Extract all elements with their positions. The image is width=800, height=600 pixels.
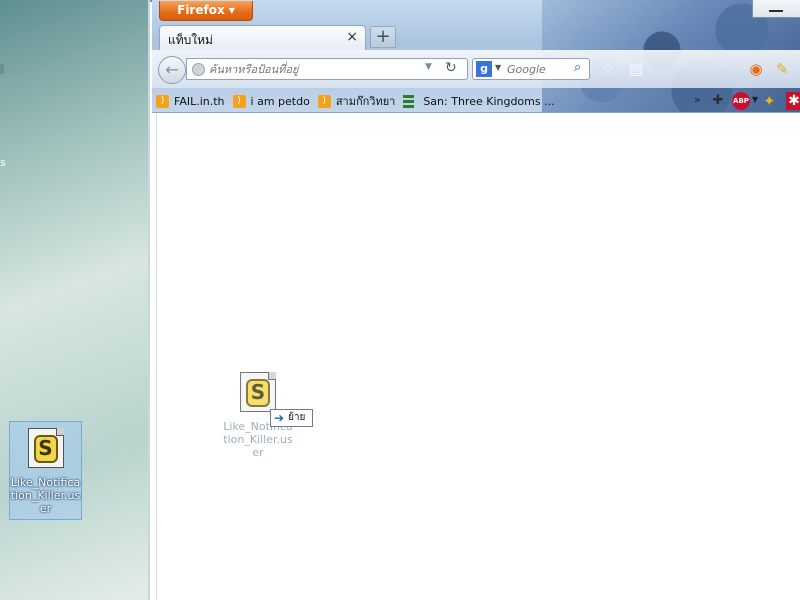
addon-icon[interactable]: ◉ — [746, 59, 766, 79]
bookmarks-overflow-button[interactable]: » — [694, 93, 701, 106]
addon-puzzle-icon[interactable]: ✚ — [708, 91, 728, 111]
firefox-menu-label: Firefox — [177, 3, 225, 17]
bookmark-item[interactable]: ) i am petdo — [232, 94, 310, 108]
addon-asterisk-icon[interactable]: ✱ — [786, 92, 800, 110]
desktop-edge-text: s — [0, 156, 6, 169]
desktop-file-icon[interactable]: S Like_Notification_Killer.user — [9, 421, 82, 520]
user-script-file-icon: S — [238, 370, 278, 414]
desktop-file-label: Like_Notification_Killer.user — [10, 476, 81, 515]
menu-caret-icon: ▼ — [228, 6, 235, 15]
history-dropdown-icon[interactable]: ▼ — [425, 62, 432, 72]
bookmark-item[interactable]: San: Three Kingdoms ... — [403, 94, 555, 108]
site-identity-icon[interactable] — [192, 63, 205, 76]
browser-chrome: Firefox▼ แท็บใหม่ × + ← ▼ ↻ g ▼ ⌕ ☆ ▤ — [152, 0, 800, 113]
adblock-plus-icon[interactable]: ABP — [732, 92, 750, 110]
firefox-menu-button[interactable]: Firefox ▼ — [159, 1, 253, 21]
google-icon[interactable]: g — [476, 61, 492, 77]
addon-star-icon[interactable]: ✦ — [763, 92, 776, 110]
page-content[interactable] — [156, 113, 800, 600]
minimize-icon — [769, 10, 783, 12]
firefox-window: Firefox▼ แท็บใหม่ × + ← ▼ ↻ g ▼ ⌕ ☆ ▤ — [148, 0, 800, 600]
bookmark-star-icon[interactable]: ☆ — [598, 59, 618, 79]
drag-move-tooltip: ➔ ย้าย — [270, 409, 313, 427]
rss-icon: ) — [232, 94, 246, 108]
back-arrow-icon: ← — [165, 60, 179, 79]
bookmark-label: i am petdo — [250, 94, 310, 108]
reload-icon[interactable]: ↻ — [445, 60, 457, 76]
navigation-toolbar: ← ▼ ↻ g ▼ ⌕ ☆ ▤ ◉ ✎ — [152, 50, 800, 88]
new-tab-button[interactable]: + — [370, 26, 396, 48]
search-input[interactable] — [507, 61, 569, 77]
search-icon[interactable]: ⌕ — [574, 60, 581, 75]
user-script-file-icon: S — [26, 426, 66, 470]
url-input[interactable] — [209, 61, 419, 77]
move-tooltip-label: ย้าย — [288, 412, 306, 423]
rss-icon: ) — [156, 94, 169, 108]
tab-new-tab[interactable]: แท็บใหม่ × — [159, 25, 366, 50]
bookmark-label: FAIL.in.th — [174, 94, 225, 108]
bookmark-item[interactable]: ) FAIL.in.th — [156, 94, 225, 108]
bookmarks-toolbar: ) FAIL.in.th ) i am petdo ) สามก๊กวิทยา … — [152, 90, 800, 112]
back-button[interactable]: ← — [158, 56, 186, 84]
url-bar[interactable]: ▼ ↻ — [186, 58, 468, 80]
move-arrow-icon: ➔ — [274, 411, 285, 425]
bookmark-item[interactable]: ) สามก๊กวิทยา — [317, 92, 396, 110]
search-bar[interactable]: g ▼ ⌕ — [472, 58, 590, 80]
addon-key-icon[interactable]: ✎ — [772, 59, 792, 79]
rss-icon: ) — [317, 94, 331, 108]
tab-title: แท็บใหม่ — [168, 33, 213, 47]
bookmark-label: San: Three Kingdoms ... — [423, 94, 555, 108]
engine-dropdown-icon[interactable]: ▼ — [495, 63, 501, 72]
desktop-edge-mark — [0, 64, 4, 74]
adblock-dropdown-icon[interactable]: ▼ — [752, 95, 758, 104]
tab-close-icon[interactable]: × — [346, 29, 358, 45]
bookmark-label: สามก๊กวิทยา — [335, 95, 396, 108]
list-icon — [403, 94, 415, 108]
bookmarks-menu-icon[interactable]: ▤ — [626, 59, 646, 79]
minimize-button[interactable] — [752, 0, 800, 18]
